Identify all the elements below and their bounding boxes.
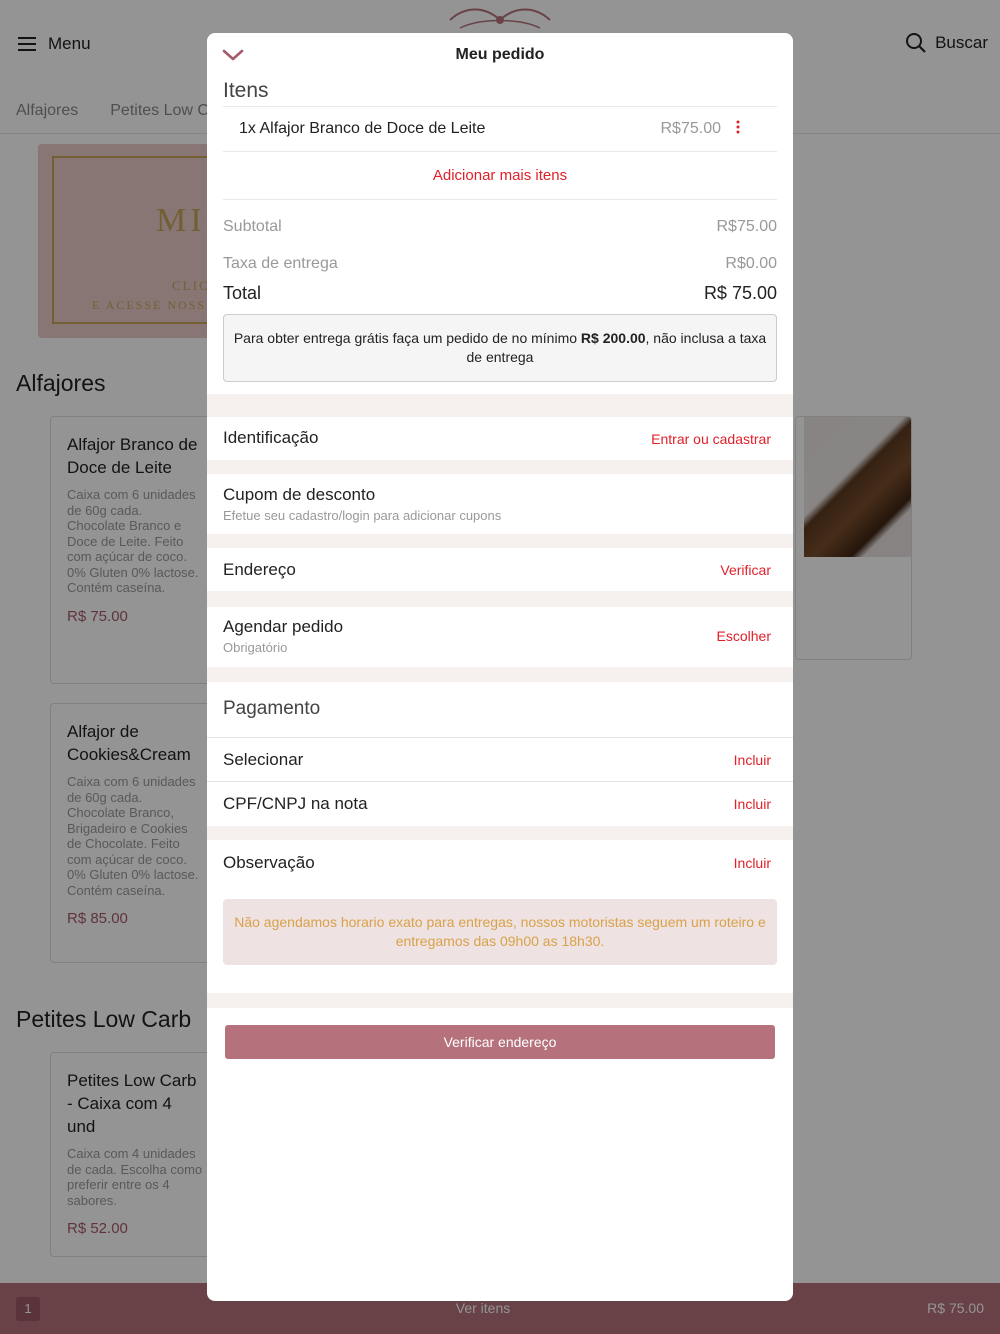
section-gap [207, 993, 793, 1008]
more-options-icon[interactable] [735, 120, 741, 134]
items-heading: Itens [223, 79, 269, 102]
total-label: Total [223, 282, 262, 303]
payment-header: Pagamento [207, 682, 793, 737]
identification-label: Identificação [223, 428, 319, 447]
address-label: Endereço [223, 560, 296, 579]
modal-title: Meu pedido [455, 46, 545, 63]
promo-text-start: Para obter entrega grátis faça um pedido… [233, 330, 581, 346]
choose-schedule-link[interactable]: Escolher [717, 628, 771, 644]
payment-heading: Pagamento [223, 698, 321, 719]
coupon-row[interactable]: Cupom de desconto Efetue seu cadastro/lo… [207, 474, 793, 534]
coupon-hint: Efetue seu cadastro/login para adicionar… [223, 508, 502, 523]
promo-amount: R$ 200.00 [580, 330, 646, 346]
schedule-label: Agendar pedido [223, 617, 344, 636]
section-gap [207, 591, 793, 607]
delivery-schedule-note: Não agendamos horario exato para entrega… [223, 899, 777, 965]
total-value: R$ 75.00 [703, 282, 777, 303]
payment-method-row[interactable]: Selecionar Incluir [207, 738, 793, 781]
login-register-link[interactable]: Entrar ou cadastrar [651, 431, 771, 447]
section-gap [207, 534, 793, 548]
cart-item-price: R$75.00 [660, 120, 722, 137]
delivery-fee-label: Taxa de entrega [223, 254, 338, 272]
identification-row[interactable]: Identificação Entrar ou cadastrar [207, 417, 793, 460]
modal-header: Meu pedido [207, 33, 793, 77]
verify-address-button[interactable]: Verificar endereço [225, 1025, 775, 1059]
delivery-fee-value: R$0.00 [725, 254, 777, 272]
verify-address-link[interactable]: Verificar [720, 562, 771, 578]
delivery-fee-row: Taxa de entrega R$0.00 [223, 245, 777, 282]
section-gap [207, 394, 793, 417]
observation-section: Observação Incluir Não agendamos horario… [207, 840, 793, 993]
add-more-items-link[interactable]: Adicionar mais itens [223, 152, 777, 200]
include-cpf-link[interactable]: Incluir [734, 796, 771, 812]
schedule-required: Obrigatório [223, 640, 288, 655]
free-delivery-notice: Para obter entrega grátis faça um pedido… [223, 314, 777, 382]
cart-item-row: 1x Alfajor Branco de Doce de Leite R$75.… [223, 106, 777, 152]
address-row[interactable]: Endereço Verificar [207, 548, 793, 591]
observation-label: Observação [223, 853, 315, 872]
include-observation-link[interactable]: Incluir [734, 855, 771, 871]
cpf-row[interactable]: CPF/CNPJ na nota Incluir [207, 782, 793, 826]
subtotal-label: Subtotal [223, 217, 282, 235]
subtotal-value: R$75.00 [716, 217, 778, 235]
section-gap [207, 460, 793, 474]
section-gap [207, 826, 793, 840]
include-payment-link[interactable]: Incluir [734, 752, 771, 768]
section-gap [207, 667, 793, 682]
subtotal-row: Subtotal R$75.00 [223, 208, 777, 245]
total-row: Total R$ 75.00 [223, 282, 777, 304]
schedule-row[interactable]: Agendar pedido Obrigatório Escolher [207, 607, 793, 667]
coupon-label: Cupom de desconto [223, 485, 376, 504]
order-modal: Meu pedido Itens 1x Alfajor Branco de Do… [207, 33, 793, 1301]
payment-select-label: Selecionar [223, 750, 304, 769]
cpf-label: CPF/CNPJ na nota [223, 794, 368, 813]
cart-item-name: 1x Alfajor Branco de Doce de Leite [239, 120, 486, 137]
